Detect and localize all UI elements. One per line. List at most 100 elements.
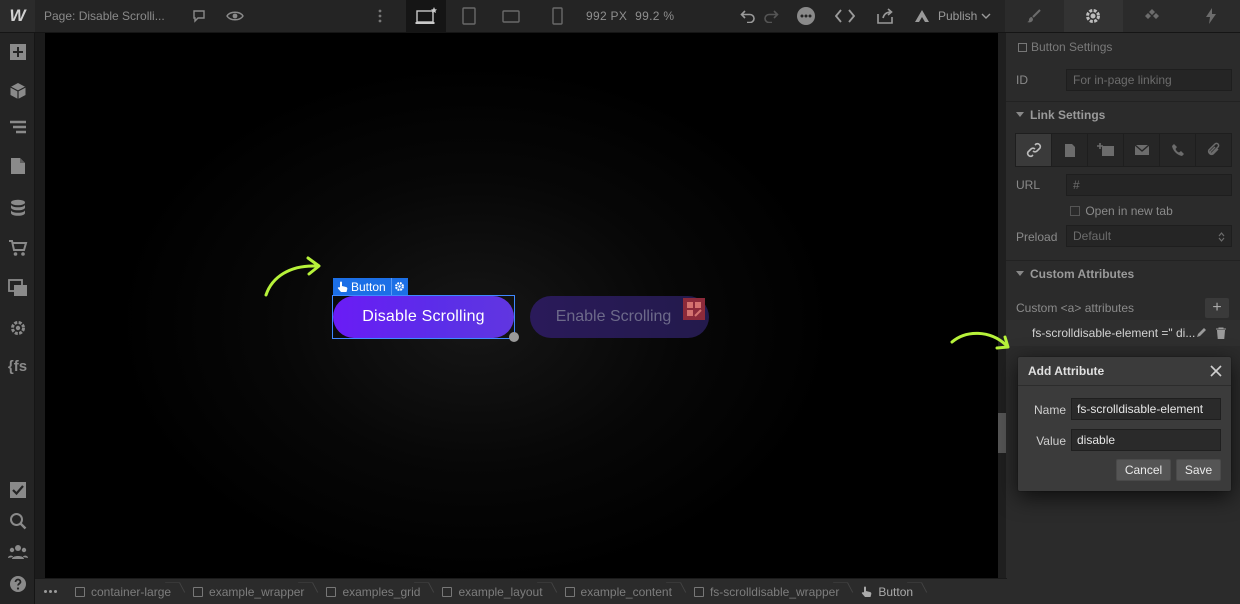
breadcrumb-label: examples_grid [342, 584, 421, 599]
breadcrumb-label: example_content [580, 584, 672, 599]
disable-scrolling-button[interactable]: Disable Scrolling [333, 296, 514, 338]
hand-pointer-icon [337, 281, 348, 292]
publish-label: Publish [938, 9, 978, 23]
open-new-tab-checkbox[interactable]: Open in new tab [1070, 204, 1173, 218]
link-attachment-icon[interactable] [1196, 134, 1231, 166]
publish-rocket-icon [915, 10, 929, 22]
dialog-title: Add Attribute [1018, 357, 1231, 386]
breadcrumb-item[interactable]: container-large [65, 579, 183, 604]
preload-select[interactable]: Default [1066, 225, 1232, 247]
link-email-icon[interactable] [1124, 134, 1160, 166]
canvas-scrollbar-thumb[interactable] [998, 413, 1006, 453]
add-attribute-dialog: Add Attribute Name fs-scrolldisable-elem… [1018, 357, 1231, 491]
custom-attribute-row[interactable]: fs-scrolldisable-element =" di... [1006, 320, 1240, 346]
link-page-icon[interactable] [1052, 134, 1088, 166]
add-attribute-plus-icon[interactable]: + [1205, 298, 1229, 318]
resize-handle[interactable] [509, 332, 519, 342]
panel-tabs [1005, 0, 1240, 32]
cms-database-icon[interactable] [0, 193, 35, 223]
custom-attributes-for: Custom <a> attributes [1016, 301, 1135, 315]
symbols-cube-icon[interactable] [0, 76, 35, 106]
canvas-gutter [35, 33, 45, 578]
element-box-icon [693, 586, 704, 597]
left-toolbar: {fs [0, 33, 35, 604]
tab-style-manager-icon[interactable] [1123, 0, 1182, 32]
help-question-icon[interactable] [0, 569, 35, 599]
breakpoint-landscape-icon[interactable] [500, 0, 522, 32]
breadcrumb-label: example_wrapper [209, 584, 305, 599]
open-new-tab-label: Open in new tab [1085, 204, 1173, 218]
element-settings-title-text: Button Settings [1031, 40, 1113, 54]
top-bar: W Page: Disable Scrolli... 992 PX 99.2 % [0, 0, 1240, 33]
page-selector[interactable]: Page: Disable Scrolli... [44, 0, 165, 32]
ecommerce-cart-icon[interactable] [0, 233, 35, 263]
cancel-button[interactable]: Cancel [1116, 459, 1171, 481]
breakpoint-desktop-icon[interactable] [406, 0, 446, 32]
element-box-icon [564, 586, 575, 597]
undo-icon[interactable] [737, 0, 759, 32]
tab-style-brush-icon[interactable] [1005, 0, 1064, 32]
more-options-icon[interactable] [795, 0, 817, 32]
settings-gear-icon[interactable] [0, 313, 35, 343]
finsweet-extension-icon[interactable]: {fs [0, 351, 35, 381]
breadcrumb-item[interactable]: example_layout [432, 579, 554, 604]
tasks-checkbox-icon[interactable] [0, 475, 35, 505]
breadcrumb-item[interactable]: Button [851, 579, 925, 604]
design-canvas[interactable] [45, 33, 998, 578]
code-icon[interactable] [834, 0, 856, 32]
link-settings-header[interactable]: Link Settings [1006, 101, 1240, 127]
element-settings-gear-icon[interactable] [390, 278, 408, 295]
webflow-logo[interactable]: W [0, 0, 35, 32]
breadcrumb: container-large example_wrapper examples… [35, 578, 1007, 604]
breadcrumb-more-icon[interactable] [35, 579, 65, 604]
attribute-name-input[interactable]: fs-scrolldisable-element [1071, 398, 1221, 420]
users-icon[interactable] [0, 537, 35, 567]
breakpoint-tablet-icon[interactable] [458, 0, 480, 32]
assets-images-icon[interactable] [0, 273, 35, 303]
breadcrumb-label: Button [878, 584, 914, 599]
selected-element-tag[interactable]: Button [333, 278, 408, 295]
add-panel-plus-icon[interactable] [0, 37, 35, 67]
value-label: Value [1036, 434, 1066, 448]
tab-interactions-bolt-icon[interactable] [1181, 0, 1240, 32]
edit-pencil-icon[interactable] [1196, 327, 1207, 338]
element-type-icon [1018, 43, 1027, 52]
pages-icon[interactable] [0, 151, 35, 181]
breadcrumb-item[interactable]: examples_grid [316, 579, 432, 604]
custom-attributes-header[interactable]: Custom Attributes [1006, 260, 1240, 286]
attribute-value-input[interactable]: disable [1071, 429, 1221, 451]
name-label: Name [1033, 403, 1066, 417]
canvas-width: 992 PX [586, 9, 628, 23]
url-input[interactable]: # [1066, 174, 1232, 196]
breadcrumb-item[interactable]: fs-scrolldisable_wrapper [684, 579, 851, 604]
delete-trash-icon[interactable] [1216, 327, 1226, 339]
navigator-icon[interactable] [0, 113, 35, 143]
breakpoint-mobile-icon[interactable] [546, 0, 568, 32]
hand-pointer-icon [862, 586, 872, 597]
breadcrumb-item[interactable]: example_wrapper [183, 579, 316, 604]
collapse-triangle-icon [1016, 271, 1024, 276]
canvas-scrollbar[interactable] [998, 33, 1006, 578]
link-url-icon[interactable] [1016, 134, 1052, 166]
url-label: URL [1016, 178, 1041, 192]
close-icon[interactable] [1209, 364, 1223, 378]
breadcrumb-item[interactable]: example_content [555, 579, 684, 604]
element-box-icon [326, 586, 337, 597]
id-label: ID [1016, 73, 1028, 87]
link-section-icon[interactable] [1088, 134, 1124, 166]
save-button[interactable]: Save [1176, 459, 1221, 481]
element-settings-title: Button Settings [1018, 40, 1112, 54]
tab-settings-gear-icon[interactable] [1063, 0, 1123, 32]
id-input[interactable]: For in-page linking [1066, 69, 1232, 91]
comments-icon[interactable] [188, 0, 210, 32]
preview-eye-icon[interactable] [224, 0, 246, 32]
publish-button[interactable]: Publish [914, 0, 991, 32]
link-type-tabs [1015, 133, 1232, 167]
canvas-zoom: 99.2 % [635, 9, 675, 23]
export-icon[interactable] [874, 0, 896, 32]
more-vertical-icon[interactable] [372, 0, 388, 32]
redo-icon[interactable] [761, 0, 781, 32]
element-box-icon [442, 586, 453, 597]
link-phone-icon[interactable] [1160, 134, 1196, 166]
search-icon[interactable] [0, 506, 35, 536]
